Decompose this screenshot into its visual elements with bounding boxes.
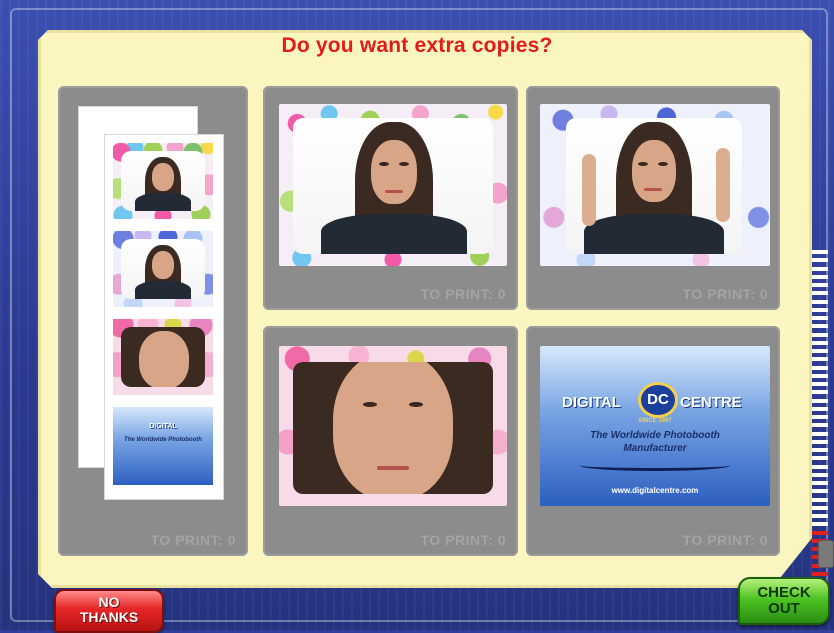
meter-tick [812,291,828,296]
meter-tick [812,250,828,254]
to-print-counter: TO PRINT: 0 [682,532,768,548]
meter-tick [812,299,828,304]
meter-tick [812,324,828,329]
photo-card-4[interactable]: DIGITAL DC CENTRE SINCE 1997 The Worldwi… [526,326,780,556]
meter-tick [812,505,828,510]
logo-tagline-1: The Worldwide Photobooth [590,430,720,441]
strip-thumb-1 [113,143,213,219]
strip-thumb-logo: The Worldwide Photobooth DIGITAL [113,407,213,485]
no-thanks-button[interactable]: NO THANKS [54,589,164,633]
photo-card-1[interactable]: TO PRINT: 0 [263,86,518,310]
meter-tick [812,365,828,370]
logo-word-right: CENTRE [680,394,742,411]
meter-tick [812,530,828,535]
logo-badge: DC [638,382,678,418]
meter-tick [812,431,828,436]
photo-image-1 [293,118,493,254]
peace-hand-right [716,148,730,222]
photo-frame-2 [540,104,770,266]
meter-tick [812,514,828,518]
meter-tick [812,415,828,419]
meter-tick [812,357,828,362]
logo-url: www.digitalcentre.com [611,486,699,495]
meter-tick [812,398,828,403]
check-out-label-1: CHECK [757,584,811,601]
meter-tick [812,307,828,312]
strip-logo-tagline: The Worldwide Photobooth [124,437,202,443]
meter-tick [812,349,828,353]
meter-tick [812,340,828,345]
logo-image: DIGITAL DC CENTRE SINCE 1997 The Worldwi… [540,346,770,506]
meter-tick [812,373,828,378]
strip-logo-text: DIGITAL [149,423,177,430]
meter-tick [812,406,828,411]
check-out-button[interactable]: CHECK OUT [738,577,830,625]
photo-image-3 [293,362,493,494]
to-print-counter: TO PRINT: 0 [420,532,506,548]
meter-tick [812,316,828,320]
meter-tick [812,423,828,428]
logo-tagline-2: Manufacturer [623,443,687,454]
meter-tick [812,571,828,576]
meter-tick [812,382,828,386]
meter-tick [812,497,828,502]
page-title: Do you want extra copies? [281,34,553,57]
photo-card-3[interactable]: TO PRINT: 0 [263,326,518,556]
meter-tick [812,390,828,395]
check-out-label-2: OUT [768,600,800,617]
scroll-handle[interactable] [818,540,834,568]
photo-frame-3 [279,346,507,506]
logo-since: SINCE 1997 [638,418,672,424]
meter-tick [812,489,828,494]
peace-hand-left [582,154,596,226]
to-print-counter: TO PRINT: 0 [420,286,506,302]
meter-tick [812,448,828,452]
meter-tick [812,283,828,287]
logo-word-left: DIGITAL [562,394,621,411]
to-print-counter: TO PRINT: 0 [682,286,768,302]
meter-tick [812,266,828,271]
strip-thumb-2 [113,231,213,307]
meter-tick [812,258,828,263]
meter-tick [812,522,828,527]
no-thanks-label-2: THANKS [79,609,139,625]
meter-tick [812,456,828,461]
meter-tick [812,439,828,444]
meter-tick [812,481,828,485]
strip-thumb-3 [113,319,213,395]
strip-front: The Worldwide Photobooth DIGITAL [104,134,224,500]
meter-tick [812,472,828,477]
to-print-counter: TO PRINT: 0 [150,532,236,548]
meter-tick [812,274,828,279]
copies-level-meter [812,250,828,580]
strip-card[interactable]: The Worldwide Photobooth DIGITAL TO PRIN… [58,86,248,556]
photo-card-2[interactable]: TO PRINT: 0 [526,86,780,310]
no-thanks-label-1: NO [98,594,120,610]
meter-tick [812,332,828,337]
meter-tick [812,464,828,469]
photo-frame-1 [279,104,507,266]
logo-swoosh [580,460,730,471]
